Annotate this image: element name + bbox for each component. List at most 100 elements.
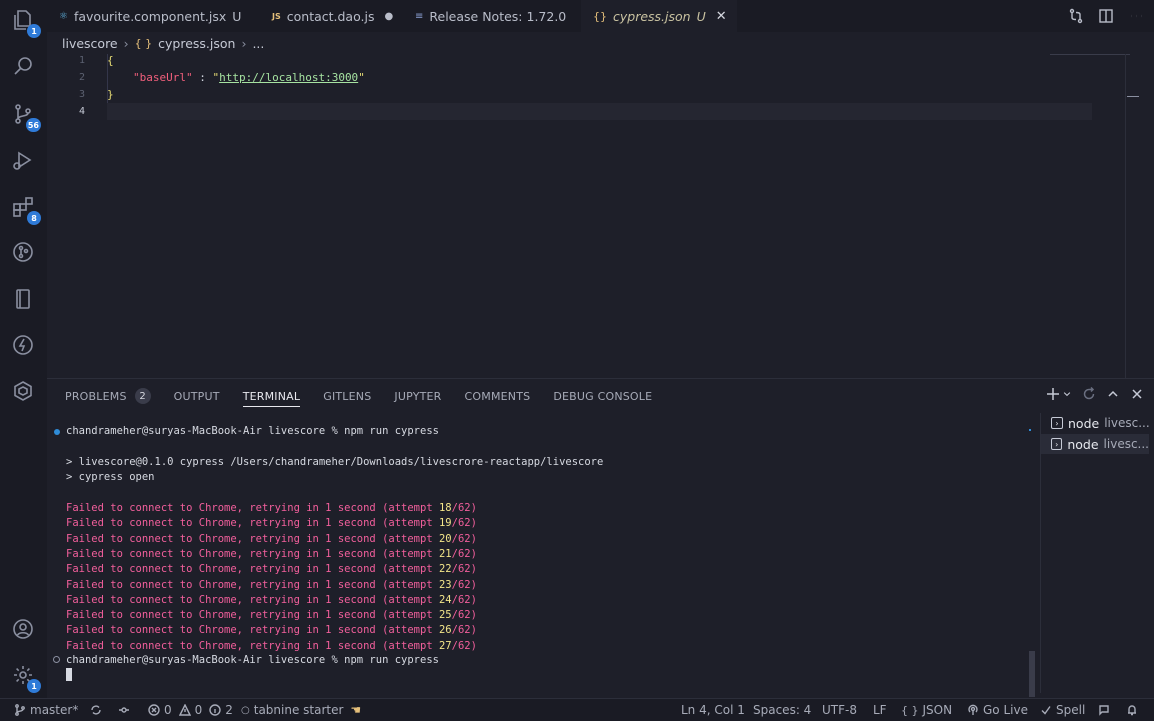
terminal-name: node (1067, 436, 1099, 452)
json-quote: " (358, 71, 365, 84)
attempt-number: 26 (438, 624, 452, 637)
minimap[interactable] (1050, 54, 1130, 58)
warning-count: 0 (194, 703, 203, 717)
attempt-total: /62) (451, 532, 477, 545)
editor-scrollbar[interactable] (1125, 54, 1140, 378)
bell-icon (1128, 705, 1136, 716)
gitlens-button[interactable] (9, 238, 37, 266)
run-debug-icon (13, 151, 32, 170)
live-share-button[interactable] (9, 331, 37, 359)
terminal-error-line: Failed to connect to Chrome, retrying in… (66, 501, 477, 516)
hexagon-icon (14, 381, 32, 401)
editor-tab-bar: ⚛ favourite.component.jsx U JS contact.d… (47, 0, 1154, 32)
plus-icon[interactable] (1046, 387, 1060, 401)
terminal-scrollbar[interactable] (1029, 651, 1035, 697)
breadcrumb-folder[interactable]: livescore (62, 36, 118, 51)
scroll-marker (1029, 429, 1031, 431)
tab-comments[interactable]: COMMENTS (465, 379, 531, 413)
close-icon[interactable] (1130, 387, 1144, 401)
settings-badge: 1 (27, 679, 41, 693)
go-live-button[interactable]: Go Live (967, 699, 1028, 721)
attempt-number: 19 (438, 517, 452, 530)
restart-icon[interactable] (1082, 387, 1096, 401)
encoding[interactable]: UTF-8 (822, 699, 857, 721)
branch-indicator[interactable]: master* (14, 699, 78, 721)
json-colon: : (192, 71, 213, 84)
tab-label: DEBUG CONSOLE (553, 389, 653, 403)
json-braces-icon: {} (593, 9, 607, 23)
source-control-button[interactable]: 56 (9, 100, 41, 132)
json-value-link[interactable]: http://localhost:3000 (219, 71, 358, 84)
tabnine-status[interactable]: ○ tabnine starter ☚ (241, 699, 361, 721)
check-icon (1041, 706, 1051, 715)
cursor-position[interactable]: Ln 4, Col 1 (681, 699, 745, 721)
more-actions-icon[interactable] (1128, 8, 1144, 24)
tab-terminal[interactable]: TERMINAL (242, 379, 301, 413)
breadcrumb-file[interactable]: cypress.json (158, 36, 235, 51)
feedback-button[interactable] (1098, 699, 1110, 721)
language-mode[interactable]: { } JSON (901, 699, 952, 721)
tab-favourite-component[interactable]: ⚛ favourite.component.jsx U (59, 0, 241, 32)
line-ending[interactable]: LF (873, 699, 887, 721)
extensions-button[interactable]: 8 (9, 193, 41, 225)
breadcrumb-more[interactable]: ... (252, 36, 264, 51)
cypress-button[interactable] (9, 377, 37, 405)
gitlens-status[interactable] (118, 699, 130, 721)
manage-button[interactable]: 1 (9, 661, 41, 693)
breadcrumb: livescore › { } cypress.json › ... (62, 32, 264, 54)
spell-check[interactable]: Spell (1040, 699, 1085, 721)
error-message: Failed to connect to Chrome, retrying in… (66, 578, 439, 591)
git-branch-icon (15, 704, 25, 716)
terminal-item-node[interactable]: › node livesc... (1051, 413, 1150, 433)
tab-label: GITLENS (323, 389, 372, 403)
terminal-folder: livesc... (1103, 437, 1149, 451)
encoding-label: UTF-8 (822, 703, 857, 717)
tab-output[interactable]: OUTPUT (174, 379, 220, 413)
error-message: Failed to connect to Chrome, retrying in… (66, 593, 439, 606)
line-number: 4 (78, 106, 85, 117)
sync-icon (91, 705, 101, 715)
tab-debug-console[interactable]: DEBUG CONSOLE (553, 379, 652, 413)
notifications-button[interactable] (1126, 699, 1138, 721)
panel-actions (1046, 387, 1144, 401)
terminal-line: > cypress open (66, 471, 155, 483)
close-icon[interactable]: ✕ (716, 9, 727, 24)
chevron-up-icon[interactable] (1106, 387, 1120, 401)
problems-indicator[interactable]: 0 0 2 (148, 699, 233, 721)
language-label: JSON (922, 703, 953, 717)
code-line: 3 } (47, 86, 114, 103)
tab-release-notes[interactable]: ≡ Release Notes: 1.72.0 (415, 0, 566, 32)
attempt-number: 18 (438, 502, 452, 514)
react-icon: ⚛ (59, 10, 68, 22)
split-editor-icon[interactable] (1098, 8, 1114, 24)
tab-gitlens[interactable]: GITLENS (323, 379, 371, 413)
run-debug-button[interactable] (9, 146, 37, 174)
command-success-dot-icon (54, 429, 60, 435)
tab-title: cypress.json (613, 8, 691, 24)
explorer-button[interactable]: 1 (9, 6, 41, 38)
cursor-position-label: Ln 4, Col 1 (681, 703, 745, 717)
tab-title: favourite.component.jsx (73, 8, 227, 24)
compare-changes-icon[interactable] (1068, 8, 1084, 24)
search-button[interactable] (9, 52, 37, 80)
tab-jupyter[interactable]: JUPYTER (394, 379, 441, 413)
tab-cypress-json[interactable]: {} cypress.json U ✕ (581, 0, 737, 32)
line-ending-label: LF (873, 703, 887, 717)
tab-problems[interactable]: PROBLEMS 2 (65, 379, 151, 413)
accounts-button[interactable] (9, 615, 37, 643)
attempt-total: /62) (451, 502, 477, 514)
chevron-down-icon[interactable] (1062, 387, 1072, 401)
code-editor[interactable]: 1 { 2 "baseUrl" : "http://localhost:3000… (47, 54, 1140, 378)
terminal-output[interactable]: chandrameher@suryas-MacBook-Air livescor… (47, 419, 1037, 697)
terminal-item-node-selected[interactable]: › node livesc... (1041, 434, 1149, 454)
line-number: 1 (78, 55, 85, 66)
sync-button[interactable] (90, 699, 102, 721)
attempt-total: /62) (451, 639, 477, 652)
indentation[interactable]: Spaces: 4 (753, 699, 811, 721)
notebook-button[interactable] (9, 285, 37, 313)
attempt-number: 20 (438, 532, 452, 545)
branch-name: master* (30, 703, 79, 717)
tabnine-label: tabnine starter (253, 703, 344, 717)
tab-contact-dao[interactable]: JS contact.dao.js ● (272, 0, 393, 32)
warning-icon (178, 704, 191, 716)
